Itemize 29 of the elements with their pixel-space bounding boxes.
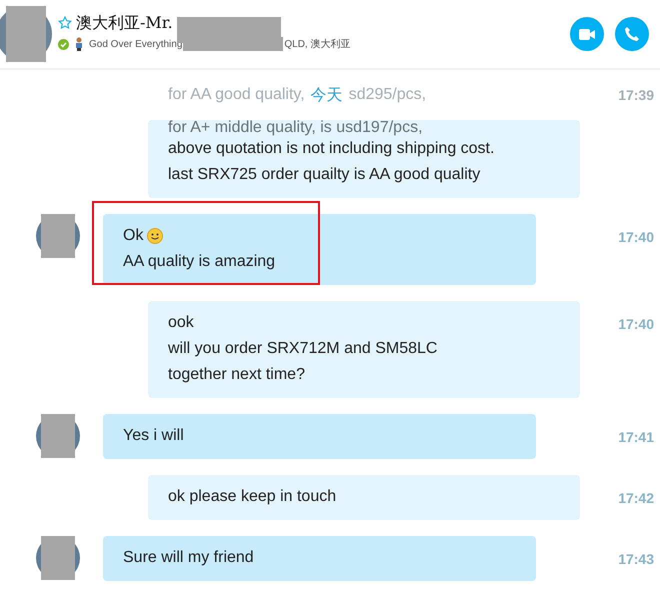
person-icon — [74, 37, 84, 51]
mood-message: God Over Everything — [89, 38, 182, 50]
contact-name: 澳大利亚-Mr. — [76, 12, 173, 34]
message-text: AA quality is amazing — [123, 252, 276, 272]
message-text: for A+ middle quality, is usd197/pcs, — [168, 120, 423, 136]
message-text: together next time? — [168, 365, 305, 385]
message-text: ook — [168, 313, 194, 333]
message-time: 17:43 — [618, 551, 654, 567]
star-icon[interactable] — [58, 16, 72, 30]
message-text: Sure will my friend — [123, 548, 254, 568]
message-text: sd295/pcs, — [348, 86, 426, 104]
call-button[interactable] — [615, 17, 649, 51]
message-time: 17:39 — [618, 87, 654, 103]
phone-icon — [624, 26, 640, 42]
location-text: QLD, 澳大利亚 — [284, 38, 350, 51]
message-text: Ok — [123, 226, 144, 246]
message-text: will you order SRX712M and SM58LC — [168, 339, 438, 359]
message-text: last SRX725 order quailty is AA good quality — [168, 165, 480, 185]
video-camera-icon — [579, 28, 595, 40]
message-text: above quotation is not including shipping cost. — [168, 139, 494, 159]
message-text: ok please keep in touch — [168, 487, 336, 507]
date-divider: 今天 — [310, 86, 343, 106]
message-time: 17:40 — [618, 229, 654, 245]
message-time: 17:41 — [618, 429, 654, 445]
message-time: 17:40 — [618, 316, 654, 332]
message-time: 17:42 — [618, 490, 654, 506]
message-text: Yes i will — [123, 426, 184, 446]
video-call-button[interactable] — [570, 17, 604, 51]
message-text: for AA good quality, — [168, 86, 305, 104]
